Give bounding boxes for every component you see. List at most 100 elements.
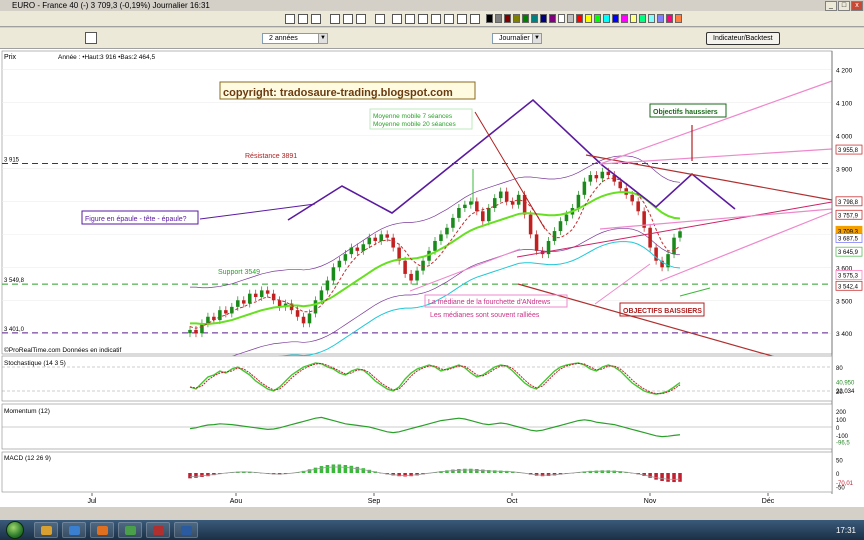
taskbar-app-3[interactable] xyxy=(90,522,114,538)
price-legend: Année : •Haut:3 916 •Bas:2 464,5 xyxy=(58,54,155,61)
candle-body xyxy=(672,237,676,255)
interval-select[interactable]: Journalier ▼ xyxy=(492,33,542,44)
trendline-icon[interactable] xyxy=(330,14,340,24)
macd-hist-bar xyxy=(343,465,348,473)
medianes-annotation: Les médianes sont souvent ralliées xyxy=(430,312,540,319)
macd-hist-bar xyxy=(672,473,676,483)
candle-body xyxy=(481,211,485,222)
pitchfork-icon[interactable] xyxy=(405,14,415,24)
candle-body xyxy=(648,227,652,248)
macd-hist-bar xyxy=(546,473,551,476)
crosshair-icon[interactable] xyxy=(311,14,321,24)
color-swatch[interactable] xyxy=(594,14,601,23)
trash-icon[interactable] xyxy=(457,14,467,24)
color-swatch[interactable] xyxy=(531,14,538,23)
hline-icon[interactable] xyxy=(343,14,353,24)
taskbar-app-1[interactable] xyxy=(34,522,58,538)
vline-icon[interactable] xyxy=(356,14,366,24)
color-swatch[interactable] xyxy=(675,14,682,23)
candle-body xyxy=(367,237,372,245)
chevron-down-icon: ▼ xyxy=(318,34,327,43)
color-swatch[interactable] xyxy=(576,14,583,23)
price-tick-label: 4 000 xyxy=(836,134,853,141)
color-swatch[interactable] xyxy=(513,14,520,23)
close-button[interactable]: x xyxy=(851,0,863,11)
taskbar-app-5[interactable] xyxy=(146,522,170,538)
x-tick-label: Nov xyxy=(644,498,657,505)
zoom-icon[interactable] xyxy=(298,14,308,24)
color-swatch[interactable] xyxy=(639,14,646,23)
candle-body xyxy=(415,270,419,281)
candle-body xyxy=(463,204,467,208)
control-bar: 2 années ▼ Journalier ▼ Indicateur/Backt… xyxy=(0,28,864,49)
macd-hist-bar xyxy=(678,473,682,482)
price-badge-label: 3 687,5 xyxy=(838,236,859,242)
chart-svg[interactable]: Prix Année : •Haut:3 916 •Bas:2 464,5 ©P… xyxy=(0,49,864,507)
color-swatch[interactable] xyxy=(486,14,493,23)
minimize-button[interactable]: _ xyxy=(825,0,837,11)
macd-hist-bar xyxy=(403,473,407,477)
color-swatch[interactable] xyxy=(567,14,574,23)
indicator-backtest-button[interactable]: Indicateur/Backtest xyxy=(706,32,780,45)
chart-type-icon[interactable] xyxy=(85,32,97,44)
candle-body xyxy=(242,300,246,304)
momentum-badge: -96,5 xyxy=(836,441,850,447)
settings-icon[interactable] xyxy=(470,14,480,24)
color-swatch[interactable] xyxy=(495,14,502,23)
momentum-label: Momentum (12) xyxy=(4,408,50,415)
macd-panel xyxy=(1,451,833,493)
macd-hist-bar xyxy=(481,469,485,473)
candle-body xyxy=(379,234,383,241)
cursor-icon[interactable] xyxy=(285,14,295,24)
period-select[interactable]: 2 années ▼ xyxy=(262,33,328,44)
level-label-3549: 3 549,8 xyxy=(4,278,25,284)
start-button[interactable] xyxy=(6,521,24,539)
ellipse-icon[interactable] xyxy=(444,14,454,24)
color-swatch[interactable] xyxy=(657,14,664,23)
maximize-button[interactable]: □ xyxy=(838,0,850,11)
candle-body xyxy=(313,300,318,314)
candle-body xyxy=(218,310,222,321)
color-swatch[interactable] xyxy=(621,14,628,23)
channel-icon[interactable] xyxy=(375,14,385,24)
text-icon[interactable] xyxy=(431,14,441,24)
macd-hist-bar xyxy=(331,464,336,473)
color-swatch[interactable] xyxy=(522,14,529,23)
macd-hist-bar xyxy=(319,466,324,473)
candle-body xyxy=(421,260,425,271)
macd-badge: -70,01 xyxy=(836,481,854,487)
candle-body xyxy=(618,181,623,189)
macd-hist-bar xyxy=(325,465,330,473)
taskbar-app-6[interactable] xyxy=(174,522,198,538)
macd-label: MACD (12 26 9) xyxy=(4,455,51,462)
color-swatch[interactable] xyxy=(666,14,673,23)
chart-area[interactable]: Prix Année : •Haut:3 916 •Bas:2 464,5 ©P… xyxy=(0,49,864,507)
macd-hist-bar xyxy=(194,473,198,478)
color-swatch[interactable] xyxy=(549,14,556,23)
candle-body xyxy=(343,254,348,261)
macd-hist-bar xyxy=(469,468,473,473)
color-swatch[interactable] xyxy=(603,14,610,23)
candle-body xyxy=(307,313,312,324)
fibonacci-icon[interactable] xyxy=(392,14,402,24)
x-tick-label: Oct xyxy=(507,498,518,505)
arrow-icon[interactable] xyxy=(418,14,428,24)
candle-body xyxy=(451,217,455,228)
price-tick-label: 3 900 xyxy=(836,166,853,173)
candle-body xyxy=(475,201,479,212)
macd-hist-bar xyxy=(666,473,670,482)
macd-hist-bar xyxy=(349,465,354,473)
drawing-toolbar xyxy=(0,11,864,27)
color-swatch[interactable] xyxy=(648,14,655,23)
color-swatch[interactable] xyxy=(504,14,511,23)
candle-body xyxy=(600,171,605,179)
candle-body xyxy=(403,260,407,274)
color-swatch[interactable] xyxy=(612,14,619,23)
color-swatch[interactable] xyxy=(540,14,547,23)
color-swatch[interactable] xyxy=(585,14,592,23)
color-swatch[interactable] xyxy=(630,14,637,23)
candle-body xyxy=(588,175,593,182)
taskbar-app-2[interactable] xyxy=(62,522,86,538)
taskbar-app-4[interactable] xyxy=(118,522,142,538)
color-swatch[interactable] xyxy=(558,14,565,23)
